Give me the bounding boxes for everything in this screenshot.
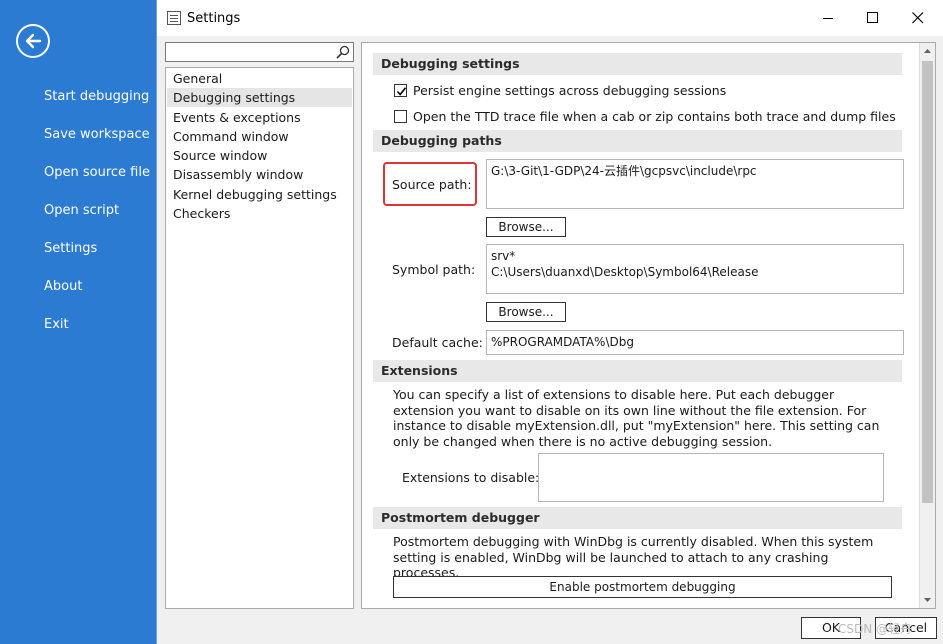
section-header-extensions: Extensions [373, 360, 902, 382]
nav-item-kernel-debugging-settings[interactable]: Kernel debugging settings [167, 185, 352, 204]
minimize-icon[interactable] [813, 6, 843, 30]
default-cache-label: Default cache: [392, 335, 483, 350]
settings-content-panel: Debugging settings Persist engine settin… [361, 42, 936, 609]
ttd-trace-label: Open the TTD trace file when a cab or zi… [413, 109, 896, 124]
section-header-debugging-settings: Debugging settings [373, 53, 902, 75]
postmortem-description: Postmortem debugging with WinDbg is curr… [393, 534, 874, 580]
checkbox[interactable] [394, 110, 407, 123]
persist-settings-label: Persist engine settings across debugging… [413, 83, 727, 98]
extensions-disable-label: Extensions to disable: [402, 470, 540, 485]
enable-postmortem-button[interactable]: Enable postmortem debugging [393, 576, 892, 598]
section-header-debugging-paths: Debugging paths [373, 130, 902, 152]
backstage-about[interactable]: About [44, 279, 82, 294]
nav-item-checkers[interactable]: Checkers [167, 204, 352, 223]
backstage-open-source-file[interactable]: Open source file [44, 165, 150, 180]
section-header-postmortem: Postmortem debugger [373, 507, 902, 529]
extensions-disable-input[interactable] [538, 453, 884, 502]
window-title: Settings [187, 11, 241, 26]
backstage-save-workspace[interactable]: Save workspace [44, 127, 150, 142]
close-icon[interactable] [903, 6, 933, 30]
watermark: CSDN @轻舟 [838, 622, 913, 636]
settings-dialog: Settings General Debugging settings Even… [156, 0, 943, 644]
nav-item-source-window[interactable]: Source window [167, 146, 352, 165]
settings-nav-list: General Debugging settings Events & exce… [165, 67, 354, 609]
scroll-thumb[interactable] [922, 61, 933, 503]
nav-item-disassembly-window[interactable]: Disassembly window [167, 165, 352, 184]
search-field[interactable] [165, 42, 354, 62]
back-arrow-icon[interactable] [16, 24, 50, 58]
checkbox[interactable] [394, 84, 407, 97]
symbol-browse-button[interactable]: Browse... [486, 302, 566, 322]
title-bar: Settings [157, 0, 943, 36]
backstage-exit[interactable]: Exit [44, 317, 69, 332]
symbol-path-input[interactable]: srv* C:\Users\duanxd\Desktop\Symbol64\Re… [486, 244, 904, 294]
nav-item-events-exceptions[interactable]: Events & exceptions [167, 108, 352, 127]
nav-item-debugging-settings[interactable]: Debugging settings [167, 88, 352, 107]
backstage-start-debugging[interactable]: Start debugging [44, 89, 149, 104]
source-browse-button[interactable]: Browse... [486, 217, 566, 237]
backstage-settings[interactable]: Settings [44, 241, 97, 256]
source-path-input[interactable]: G:\3-Git\1-GDP\24-云插件\gcpsvc\include\rpc [486, 159, 904, 209]
search-icon[interactable] [336, 45, 350, 59]
backstage-open-script[interactable]: Open script [44, 203, 119, 218]
nav-item-general[interactable]: General [167, 69, 352, 88]
checkmark-icon [396, 87, 407, 96]
content-scrollbar[interactable] [919, 43, 935, 608]
maximize-icon[interactable] [858, 6, 888, 30]
scroll-down-icon[interactable] [920, 592, 935, 608]
search-input[interactable] [168, 44, 328, 60]
default-cache-input[interactable]: %PROGRAMDATA%\Dbg [486, 330, 904, 355]
backstage-sidebar: Start debugging Save workspace Open sour… [0, 0, 156, 644]
nav-item-command-window[interactable]: Command window [167, 127, 352, 146]
extensions-description: You can specify a list of extensions to … [393, 387, 880, 449]
settings-window-icon [167, 11, 181, 25]
scroll-up-icon[interactable] [920, 43, 935, 59]
symbol-path-label: Symbol path: [392, 262, 476, 277]
source-path-label: Source path: [392, 177, 472, 192]
